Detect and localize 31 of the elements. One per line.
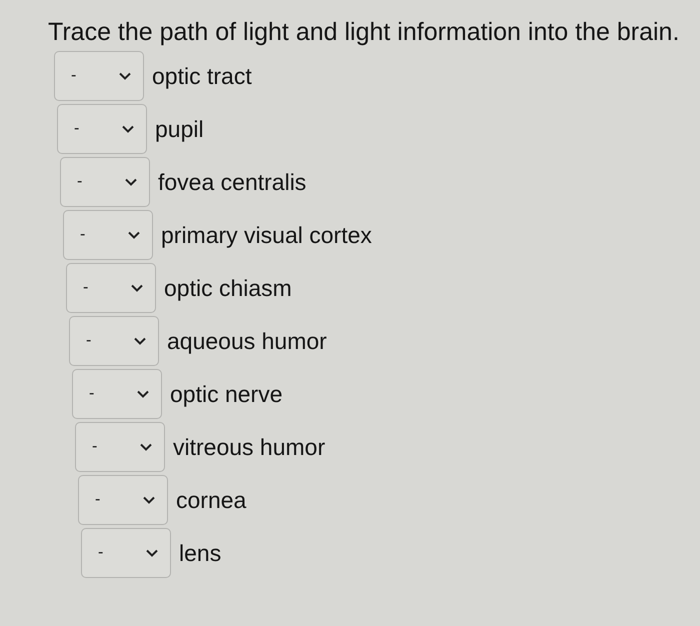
chevron-down-icon: [134, 337, 146, 345]
term-label: cornea: [176, 486, 246, 515]
answer-dropdown[interactable]: -: [57, 104, 147, 154]
answer-dropdown[interactable]: -: [69, 316, 159, 366]
answer-dropdown[interactable]: -: [66, 263, 156, 313]
answer-dropdown[interactable]: -: [75, 422, 165, 472]
term-label: lens: [179, 538, 222, 568]
answer-dropdown[interactable]: -: [78, 475, 168, 525]
question-text: Trace the path of light and light information into the brain.: [48, 17, 680, 47]
chevron-down-icon: [119, 72, 131, 80]
chevron-down-icon: [125, 178, 137, 186]
term-label: optic chiasm: [164, 274, 292, 303]
term-label: optic nerve: [170, 380, 283, 409]
answer-dropdown[interactable]: -: [54, 51, 144, 101]
term-label: primary visual cortex: [161, 220, 372, 250]
answer-dropdown[interactable]: -: [63, 210, 153, 260]
chevron-down-icon: [143, 496, 155, 504]
term-label: aqueous humor: [167, 326, 327, 356]
term-label: vitreous humor: [173, 432, 326, 462]
chevron-down-icon: [137, 390, 149, 398]
chevron-down-icon: [146, 549, 158, 557]
chevron-down-icon: [128, 231, 140, 239]
chevron-down-icon: [140, 443, 152, 451]
term-label: fovea centralis: [158, 168, 306, 197]
chevron-down-icon: [131, 284, 143, 292]
term-label: pupil: [155, 114, 204, 144]
answer-dropdown[interactable]: -: [60, 157, 150, 207]
term-label: optic tract: [152, 62, 252, 91]
answer-dropdown[interactable]: -: [81, 528, 171, 578]
answer-dropdown[interactable]: -: [72, 369, 162, 419]
chevron-down-icon: [122, 125, 134, 133]
